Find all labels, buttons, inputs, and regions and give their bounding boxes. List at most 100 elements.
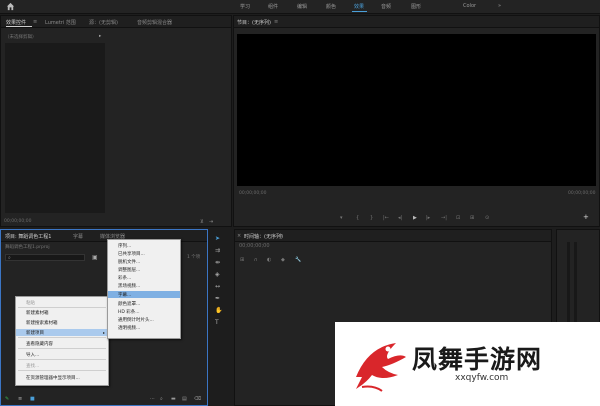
workspace-tab-assembly[interactable]: 组件 [268,3,278,10]
timeline-menu-icon[interactable]: ≡ [279,233,283,239]
automate-to-sequence-icon[interactable]: ⋯ [150,396,155,402]
tab-effect-controls[interactable]: 效果控件 [6,19,26,26]
export-icon[interactable]: ⇥ [209,219,213,225]
menu-item-new-item[interactable]: 新建项目 ▸ [16,329,108,336]
trash-icon[interactable]: ⌫ [194,396,201,402]
no-clip-label: （未选择剪辑） [5,35,37,40]
track-select-icon[interactable]: ⇉ [215,247,220,254]
tab-project[interactable]: 项目: 舞蹈调色工程1 [5,233,51,240]
slip-icon[interactable]: ↔ [215,283,220,290]
menu-item-import[interactable]: 导入... [16,351,108,358]
no-clip-selector[interactable]: （未选择剪辑） ▸ [5,34,102,41]
tab-lumetri-scopes[interactable]: Lumetri 范围 [45,19,76,26]
workspace-tab-effects[interactable]: 效果 [354,3,364,10]
workspace-tab-color[interactable]: 颜色 [326,3,336,10]
workspace-tab-editing[interactable]: 编辑 [297,3,307,10]
icon-view-icon[interactable]: ■ [30,396,35,402]
effect-controls-timecode: 00;00;00;00 [4,219,32,224]
workspace-tab-color-en[interactable]: Color [463,3,476,9]
go-to-out-icon[interactable]: →| [441,215,447,221]
menu-separator [18,370,106,371]
timeline-tabbar: × 时间轴：(无序列) ≡ [235,230,551,242]
menu-item-reveal-in-explorer[interactable]: 在资源管理器中显示项目... [16,374,108,381]
submenu-item-transparent-video[interactable]: 透明视频... [108,324,180,331]
add-marker-icon[interactable]: ▾ [340,215,343,221]
program-playhead-timecode[interactable]: 00;00;00;00 [239,191,266,196]
new-item-submenu: 序列... 已共享项目... 脱机文件... 调整图层... 彩条... 黑场视… [107,239,181,339]
ripple-edit-icon[interactable]: ⇹ [215,259,220,266]
submenu-item-adjustment-layer[interactable]: 调整图层... [108,266,180,273]
program-menu-icon[interactable]: ≡ [274,19,278,25]
wrench-icon[interactable]: 🔧 [295,257,301,263]
menu-item-view-hidden[interactable]: 查看隐藏内容 [16,340,108,347]
mark-out-icon[interactable]: } [370,215,373,221]
submenu-item-hd-bars[interactable]: HD 彩条... [108,308,180,315]
new-bin-icon[interactable]: ▬ [171,396,176,402]
submenu-item-color-matte[interactable]: 颜色遮罩... [108,300,180,307]
tab-captions[interactable]: 字幕 [73,233,83,240]
submenu-item-shared-project[interactable]: 已共享项目... [108,250,180,257]
type-tool-icon[interactable]: T [215,319,219,326]
chevron-right-icon: ▸ [99,34,102,39]
search-icon: ⌕ [8,255,11,261]
step-forward-icon[interactable]: |▸ [426,215,430,221]
extract-icon[interactable]: ⊞ [470,215,474,221]
active-tab-underline [6,26,32,27]
add-marker-timeline-icon[interactable]: ◆ [281,257,285,263]
submenu-item-offline-file[interactable]: 脱机文件... [108,258,180,265]
workspace-tab-learn[interactable]: 学习 [240,3,250,10]
play-icon[interactable]: ▶ [413,215,417,221]
menu-separator [18,337,106,338]
write-protect-icon[interactable]: ✎ [5,396,9,402]
timeline-timecode[interactable]: 00;00;00;00 [239,243,270,249]
project-file-path: 舞蹈调色工程1.prproj [5,245,50,250]
program-duration-timecode: 00;00;00;00 [568,191,596,196]
workspace-tab-graphics[interactable]: 图形 [411,3,421,10]
pen-icon[interactable]: ✒ [215,295,220,302]
list-view-icon[interactable]: ≡ [18,396,22,402]
button-editor-plus-icon[interactable]: + [583,213,589,221]
menu-separator [18,307,106,308]
nest-icon[interactable]: ⊞ [240,257,244,263]
find-icon[interactable]: ⌕ [160,396,163,402]
menu-item-new-bin[interactable]: 新建素材箱 [16,309,108,316]
step-back-icon[interactable]: ◂| [398,215,402,221]
project-item-count: 1 个项 [187,255,201,260]
workspace-bar: 学习 组件 编辑 颜色 效果 音频 图形 Color » [0,0,600,14]
workspace-more-chevron-icon[interactable]: » [498,3,501,9]
tab-source[interactable]: 源：(无剪辑) [89,19,118,26]
export-frame-icon[interactable]: ⊙ [485,215,489,221]
program-monitor-title[interactable]: 节目：(无序列) [237,19,271,26]
project-search-input[interactable]: ⌕ [5,254,85,261]
tab-menu-icon[interactable]: ≡ [33,19,37,25]
mark-in-icon[interactable]: { [356,215,359,221]
snap-icon[interactable]: ∩ [254,257,258,263]
hand-icon[interactable]: ✋ [215,307,222,314]
watermark-site-name: 凤舞手游网 [412,345,543,374]
selection-tool-icon[interactable]: ➤ [215,235,220,242]
submenu-item-countdown[interactable]: 通用倒计时片头... [108,316,180,323]
project-context-menu: 粘贴 新建素材箱 新建搜索素材箱 新建项目 ▸ 查看隐藏内容 导入... 查找..… [15,296,109,386]
new-bin-from-search-icon[interactable]: ▣ [92,254,98,261]
menu-item-paste[interactable]: 粘贴 [16,299,108,306]
submenu-item-bars-tone[interactable]: 彩条... [108,274,180,281]
effect-controls-tabbar: 效果控件 ≡ Lumetri 范围 源：(无剪辑) 音频剪辑混合器 [1,16,231,28]
close-icon[interactable]: × [237,233,241,239]
submenu-item-captions[interactable]: 字幕... [108,291,180,298]
home-icon[interactable] [6,2,15,11]
razor-icon[interactable]: ◈ [215,271,220,278]
submenu-arrow-icon: ▸ [102,330,105,335]
tab-audio-clip-mixer[interactable]: 音频剪辑混合器 [137,19,172,26]
menu-item-new-search-bin[interactable]: 新建搜索素材箱 [16,319,108,326]
workspace-tab-audio[interactable]: 音频 [381,3,391,10]
lift-icon[interactable]: ⊡ [456,215,460,221]
linked-selection-icon[interactable]: ◐ [267,257,271,263]
submenu-item-sequence[interactable]: 序列... [108,242,180,249]
submenu-item-black-video[interactable]: 黑场视频... [108,282,180,289]
program-video-display [237,34,596,186]
timeline-title[interactable]: 时间轴：(无序列) [244,233,283,240]
new-item-icon[interactable]: ▤ [182,396,187,402]
menu-item-find[interactable]: 查找... [16,362,108,369]
go-to-in-icon[interactable]: |← [383,215,389,221]
filter-icon[interactable]: ⊻ [200,219,204,225]
